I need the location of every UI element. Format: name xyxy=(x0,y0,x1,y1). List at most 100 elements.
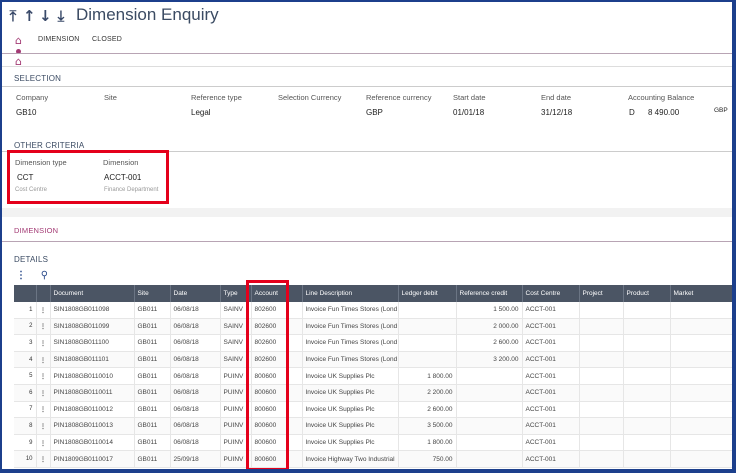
row-menu[interactable]: ⋮ xyxy=(36,384,51,402)
tab-dimension[interactable]: DIMENSION xyxy=(38,36,79,43)
account-column-highlight-box xyxy=(246,280,289,469)
table-header-row: Document Site Date Type Account Line Des… xyxy=(14,285,732,302)
cell-date: 06/08/18 xyxy=(170,434,221,452)
cell-project xyxy=(579,450,624,468)
end-date-field[interactable]: 31/12/18 xyxy=(541,108,572,117)
cell-line-description: Invoice Highway Two Industrial xyxy=(302,450,399,468)
cell-reference-credit: 2 000.00 xyxy=(456,318,523,336)
table-row[interactable]: 9 ⋮ PIN1808GB0110014 GB011 06/08/18 PUINV 8006… xyxy=(14,434,732,452)
column-header-reference-credit[interactable]: Reference credit xyxy=(456,285,523,302)
grid-menu-icon[interactable]: ⋮ xyxy=(16,270,26,281)
row-menu[interactable]: ⋮ xyxy=(36,318,51,336)
main-window: ⤒ ↑ ↓ ⤓ Dimension Enquiry ⌂ DIMENSION CL… xyxy=(2,2,732,469)
cell-cost-centre: ACCT-001 xyxy=(522,450,580,468)
cell-cost-centre: ACCT-001 xyxy=(522,417,580,435)
cell-product xyxy=(623,334,671,352)
column-header-cost-centre[interactable]: Cost Centre xyxy=(522,285,580,302)
row-menu[interactable]: ⋮ xyxy=(36,302,51,319)
cell-market xyxy=(670,367,732,385)
row-menu[interactable]: ⋮ xyxy=(36,351,51,369)
column-header-line-description[interactable]: Line Description xyxy=(302,285,399,302)
cell-document: SIN1808GB011100 xyxy=(50,334,135,352)
column-header-project[interactable]: Project xyxy=(579,285,624,302)
row-menu[interactable]: ⋮ xyxy=(36,417,51,435)
cell-product xyxy=(623,434,671,452)
column-header-market[interactable]: Market xyxy=(670,285,732,302)
table-row[interactable]: 3 ⋮ SIN1808GB011100 GB011 06/08/18 SAINV 80260… xyxy=(14,334,732,352)
row-menu[interactable]: ⋮ xyxy=(36,367,51,385)
cell-product xyxy=(623,450,671,468)
cell-document: SIN1808GB011099 xyxy=(50,318,135,336)
row-menu[interactable]: ⋮ xyxy=(36,434,51,452)
cell-project xyxy=(579,302,624,319)
section-gap xyxy=(2,208,732,217)
column-header-ledger-debit[interactable]: Ledger debit xyxy=(398,285,457,302)
table-row[interactable]: 10 ⋮ PIN1809GB0110017 GB011 25/09/18 PUINV 800… xyxy=(14,450,732,468)
home-icon[interactable]: ⌂ xyxy=(15,34,22,47)
cell-line-description: Invoice UK Supplies Plc xyxy=(302,434,399,452)
row-index: 10 xyxy=(14,450,37,468)
cell-product xyxy=(623,351,671,369)
last-record-icon[interactable]: ⤓ xyxy=(55,8,67,24)
cell-cost-centre: ACCT-001 xyxy=(522,334,580,352)
search-icon[interactable]: ⚲ xyxy=(41,270,48,281)
dimension-description: Finance Department xyxy=(104,187,159,193)
reference-currency-label: Reference currency xyxy=(366,93,432,102)
start-date-label: Start date xyxy=(453,93,486,102)
row-menu[interactable]: ⋮ xyxy=(36,334,51,352)
cell-site: GB011 xyxy=(134,334,171,352)
column-header-product[interactable]: Product xyxy=(623,285,671,302)
cell-site: GB011 xyxy=(134,367,171,385)
cell-reference-credit xyxy=(456,434,523,452)
row-index: 8 xyxy=(14,417,37,435)
tab-closed[interactable]: CLOSED xyxy=(92,36,122,43)
first-record-icon[interactable]: ⤒ xyxy=(7,8,19,24)
cell-reference-credit xyxy=(456,450,523,468)
table-row[interactable]: 7 ⋮ PIN1808GB0110012 GB011 06/08/18 PUINV 8006… xyxy=(14,401,732,419)
row-menu[interactable]: ⋮ xyxy=(36,401,51,419)
column-header-date[interactable]: Date xyxy=(170,285,221,302)
previous-record-icon[interactable]: ↑ xyxy=(23,8,36,24)
dimension-section-title[interactable]: DIMENSION xyxy=(14,226,58,235)
accounting-balance-value: 8 490.00 xyxy=(648,108,680,117)
table-row[interactable]: 4 ⋮ SIN1808GB011101 GB011 06/08/18 SAINV 80260… xyxy=(14,351,732,369)
cell-line-description: Invoice Fun Times Stores (Lond xyxy=(302,302,399,319)
cell-market xyxy=(670,384,732,402)
next-record-icon[interactable]: ↓ xyxy=(39,8,52,24)
cell-project xyxy=(579,367,624,385)
reference-type-field[interactable]: Legal xyxy=(191,108,211,117)
cell-ledger-debit xyxy=(398,302,457,319)
column-header-document[interactable]: Document xyxy=(50,285,135,302)
other-criteria-title: OTHER CRITERIA xyxy=(14,141,85,150)
cell-project xyxy=(579,384,624,402)
start-date-field[interactable]: 01/01/18 xyxy=(453,108,484,117)
cell-project xyxy=(579,434,624,452)
cell-product xyxy=(623,384,671,402)
cell-market xyxy=(670,450,732,468)
table-row[interactable]: 6 ⋮ PIN1808GB0110011 GB011 06/08/18 PUINV 8006… xyxy=(14,384,732,402)
reference-type-label: Reference type xyxy=(191,93,242,102)
cell-cost-centre: ACCT-001 xyxy=(522,351,580,369)
reference-currency-field[interactable]: GBP xyxy=(366,108,383,117)
cell-date: 25/09/18 xyxy=(170,450,221,468)
cell-ledger-debit: 3 500.00 xyxy=(398,417,457,435)
table-row[interactable]: 5 ⋮ PIN1808GB0110010 GB011 06/08/18 PUINV 8006… xyxy=(14,367,732,385)
company-field[interactable]: GB10 xyxy=(16,108,36,117)
dimension-type-field[interactable]: CCT xyxy=(17,173,33,182)
table-row[interactable]: 2 ⋮ SIN1808GB011099 GB011 06/08/18 SAINV 80260… xyxy=(14,318,732,336)
cell-document: PIN1808GB0110014 xyxy=(50,434,135,452)
cell-document: SIN1808GB011101 xyxy=(50,351,135,369)
column-header-site[interactable]: Site xyxy=(134,285,171,302)
dimension-field[interactable]: ACCT-001 xyxy=(104,173,141,182)
cell-project xyxy=(579,351,624,369)
row-index: 4 xyxy=(14,351,37,369)
table-row[interactable]: 1 ⋮ SIN1808GB011098 GB011 06/08/18 SAINV 80260… xyxy=(14,302,732,319)
selection-title: SELECTION xyxy=(14,74,62,83)
row-index: 6 xyxy=(14,384,37,402)
site-label: Site xyxy=(104,93,117,102)
row-menu[interactable]: ⋮ xyxy=(36,450,51,468)
cell-ledger-debit: 2 200.00 xyxy=(398,384,457,402)
table-row[interactable]: 8 ⋮ PIN1808GB0110013 GB011 06/08/18 PUINV 8006… xyxy=(14,417,732,435)
cell-site: GB011 xyxy=(134,318,171,336)
cell-market xyxy=(670,334,732,352)
